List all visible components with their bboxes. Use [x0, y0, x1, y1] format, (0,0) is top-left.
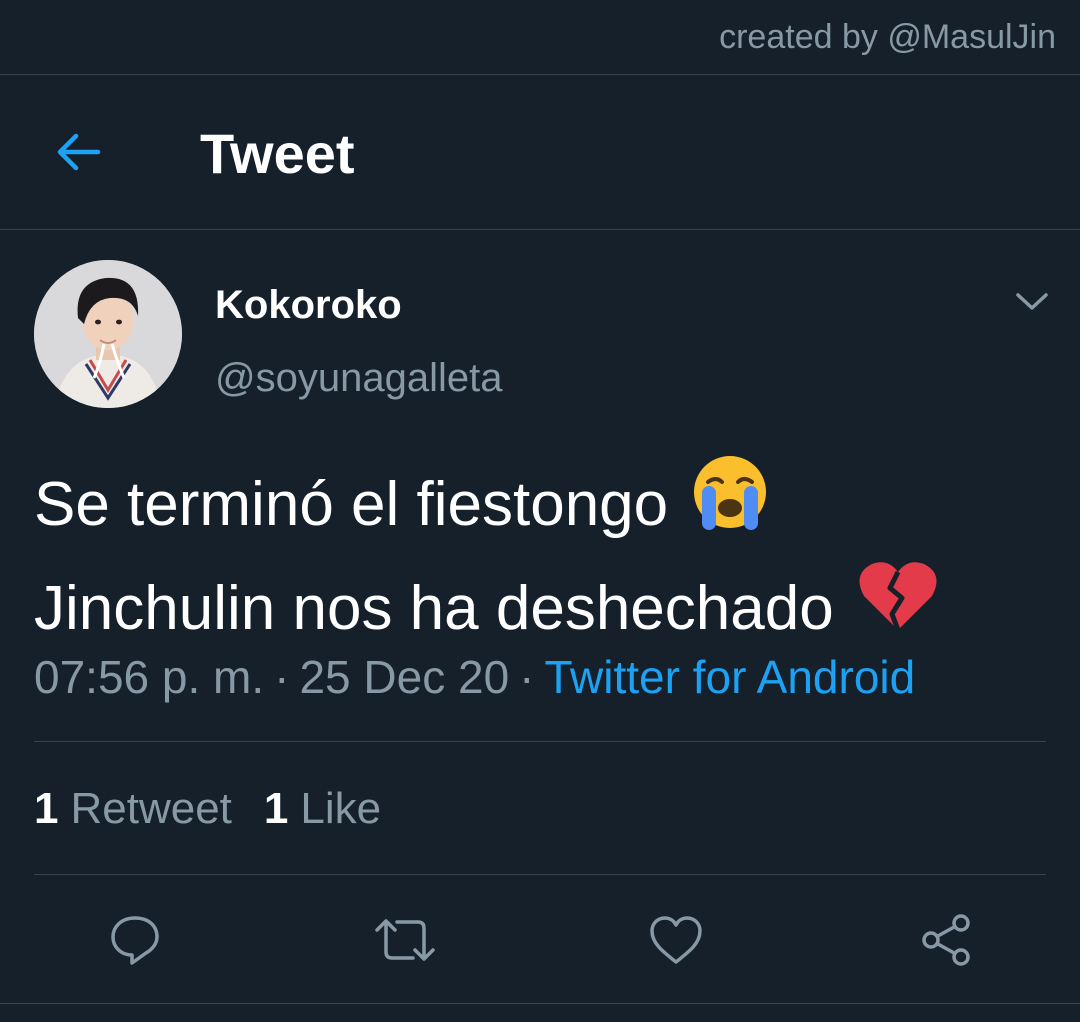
tweet-line: Jinchulin nos ha deshechado: [34, 558, 1054, 660]
watermark-bar: created by @MasulJin: [0, 0, 1080, 75]
top-app-bar: Tweet: [0, 75, 1080, 230]
like-button[interactable]: [641, 905, 711, 975]
retweets-count: 1: [34, 784, 59, 833]
watermark-text: created by @MasulJin: [719, 18, 1056, 56]
tweet-time: 07:56 p. m.: [34, 651, 265, 703]
author-handle[interactable]: @soyunagalleta: [215, 356, 502, 401]
share-icon: [922, 914, 970, 966]
retweet-icon: [375, 919, 435, 961]
tweet-actions: [0, 905, 1080, 975]
broken-heart-emoji: [856, 558, 940, 660]
chevron-down-icon: [1016, 293, 1048, 310]
like-icon: [650, 916, 702, 964]
page-title: Tweet: [200, 122, 355, 185]
likes-count: 1: [263, 784, 289, 833]
likes-label: Like: [300, 784, 382, 833]
tweet-menu-button[interactable]: [1012, 282, 1052, 322]
tweet-meta: 07:56 p. m. · 25 Dec 20 · Twitter for Androi…: [34, 650, 915, 704]
retweet-button[interactable]: [370, 905, 440, 975]
avatar[interactable]: [34, 260, 182, 408]
divider: [34, 741, 1046, 742]
tweet-stats: 1 Retweet 1 Like: [34, 784, 381, 834]
divider: [34, 874, 1046, 875]
tweet-source-link[interactable]: Twitter for Android: [545, 651, 916, 703]
retweets-stat[interactable]: 1 Retweet: [34, 784, 232, 833]
arrow-left-icon: [57, 133, 101, 171]
share-button[interactable]: [911, 905, 981, 975]
likes-stat[interactable]: 1 Like: [264, 784, 381, 833]
tweet-line: Se terminó el fiestongo: [34, 452, 1054, 558]
reply-icon: [111, 916, 159, 965]
tweet-text: Se terminó el fiestongo Jinchulin nos ha…: [34, 452, 1054, 660]
retweets-label: Retweet: [70, 784, 232, 833]
meta-separator: ·: [519, 651, 535, 703]
meta-separator: ·: [274, 651, 290, 703]
tweet-date: 25 Dec 20: [299, 651, 510, 703]
tweet-line-text: Jinchulin nos ha deshechado: [34, 574, 834, 643]
author-display-name[interactable]: Kokoroko: [215, 283, 402, 328]
profile-photo: [34, 260, 182, 408]
reply-button[interactable]: [100, 905, 170, 975]
divider: [0, 1003, 1080, 1004]
back-button[interactable]: [48, 127, 108, 177]
loudly-crying-face-emoji: [690, 452, 770, 558]
tweet-line-text: Se terminó el fiestongo: [34, 470, 669, 539]
